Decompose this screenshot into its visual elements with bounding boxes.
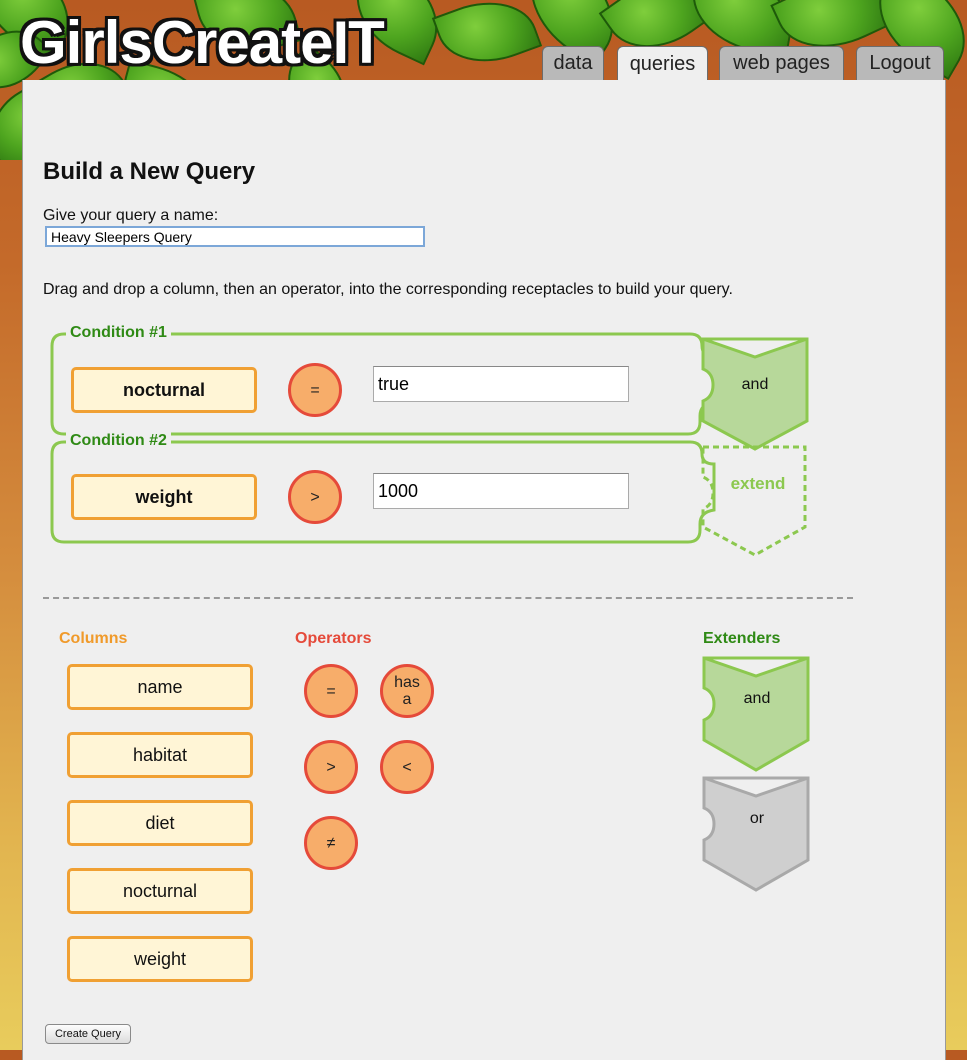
extender-and[interactable] — [700, 654, 814, 774]
tab-queries[interactable]: queries — [617, 46, 708, 82]
condition-1-value-input[interactable] — [373, 366, 629, 402]
instructions-text: Drag and drop a column, then an operator… — [43, 281, 733, 298]
condition-1-title: Condition #1 — [66, 324, 171, 342]
column-diet[interactable]: diet — [67, 800, 253, 846]
condition-2-operator[interactable]: > — [288, 470, 342, 524]
condition-1-operator[interactable]: = — [288, 363, 342, 417]
condition-2-column[interactable]: weight — [71, 474, 257, 520]
tab-web-pages[interactable]: web pages — [719, 46, 844, 80]
operator-equals[interactable]: = — [304, 664, 358, 718]
create-query-button[interactable]: Create Query — [45, 1024, 131, 1044]
condition-2-extender-slot[interactable] — [699, 443, 811, 561]
query-name-label: Give your query a name: — [43, 207, 219, 224]
section-divider — [43, 597, 853, 599]
extenders-heading: Extenders — [703, 630, 781, 647]
condition-1-column[interactable]: nocturnal — [71, 367, 257, 413]
operators-heading: Operators — [295, 630, 372, 647]
condition-1-extender-label: and — [741, 376, 769, 393]
tab-data[interactable]: data — [542, 46, 604, 80]
operator-greater-than[interactable]: > — [304, 740, 358, 794]
condition-2-value-input[interactable] — [373, 473, 629, 509]
column-weight[interactable]: weight — [67, 936, 253, 982]
operator-not-equal[interactable]: ≠ — [304, 816, 358, 870]
column-name[interactable]: name — [67, 664, 253, 710]
column-nocturnal[interactable]: nocturnal — [67, 868, 253, 914]
condition-2-extender-label: extend — [730, 474, 786, 493]
operator-has-a[interactable]: has a — [380, 664, 434, 718]
app-logo[interactable]: GirlsCreateIT — [20, 8, 385, 77]
operator-less-than[interactable]: < — [380, 740, 434, 794]
query-name-input[interactable] — [45, 226, 425, 247]
columns-heading: Columns — [59, 630, 128, 647]
tab-logout[interactable]: Logout — [856, 46, 944, 80]
condition-2-title: Condition #2 — [66, 432, 171, 450]
column-habitat[interactable]: habitat — [67, 732, 253, 778]
extender-or[interactable] — [700, 774, 814, 894]
condition-1-extender-and[interactable] — [699, 335, 811, 453]
extender-or-label: or — [749, 810, 765, 827]
page-title: Build a New Query — [43, 158, 256, 185]
extender-and-label: and — [743, 690, 771, 707]
